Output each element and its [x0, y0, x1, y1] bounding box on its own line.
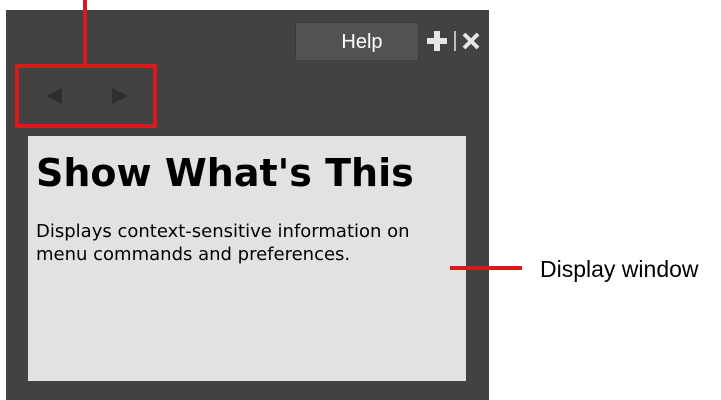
display-window-callout-line — [450, 266, 522, 270]
navigation-highlight-box — [15, 64, 157, 128]
display-title: Show What's This — [36, 151, 414, 195]
navigation-callout-line — [83, 0, 87, 66]
display-body: Displays context-sensitive information o… — [36, 221, 410, 265]
display-window-callout-label: Display window — [540, 256, 699, 282]
plus-icon[interactable] — [426, 30, 448, 52]
panel-tab-controls — [426, 26, 480, 56]
help-view-illustration: Help Show What's This Displays context-s… — [0, 0, 721, 400]
tab-help[interactable]: Help — [295, 22, 419, 60]
display-window: Show What's This Displays context-sensit… — [28, 136, 466, 381]
separator-icon — [454, 31, 456, 51]
close-icon[interactable] — [462, 32, 480, 50]
